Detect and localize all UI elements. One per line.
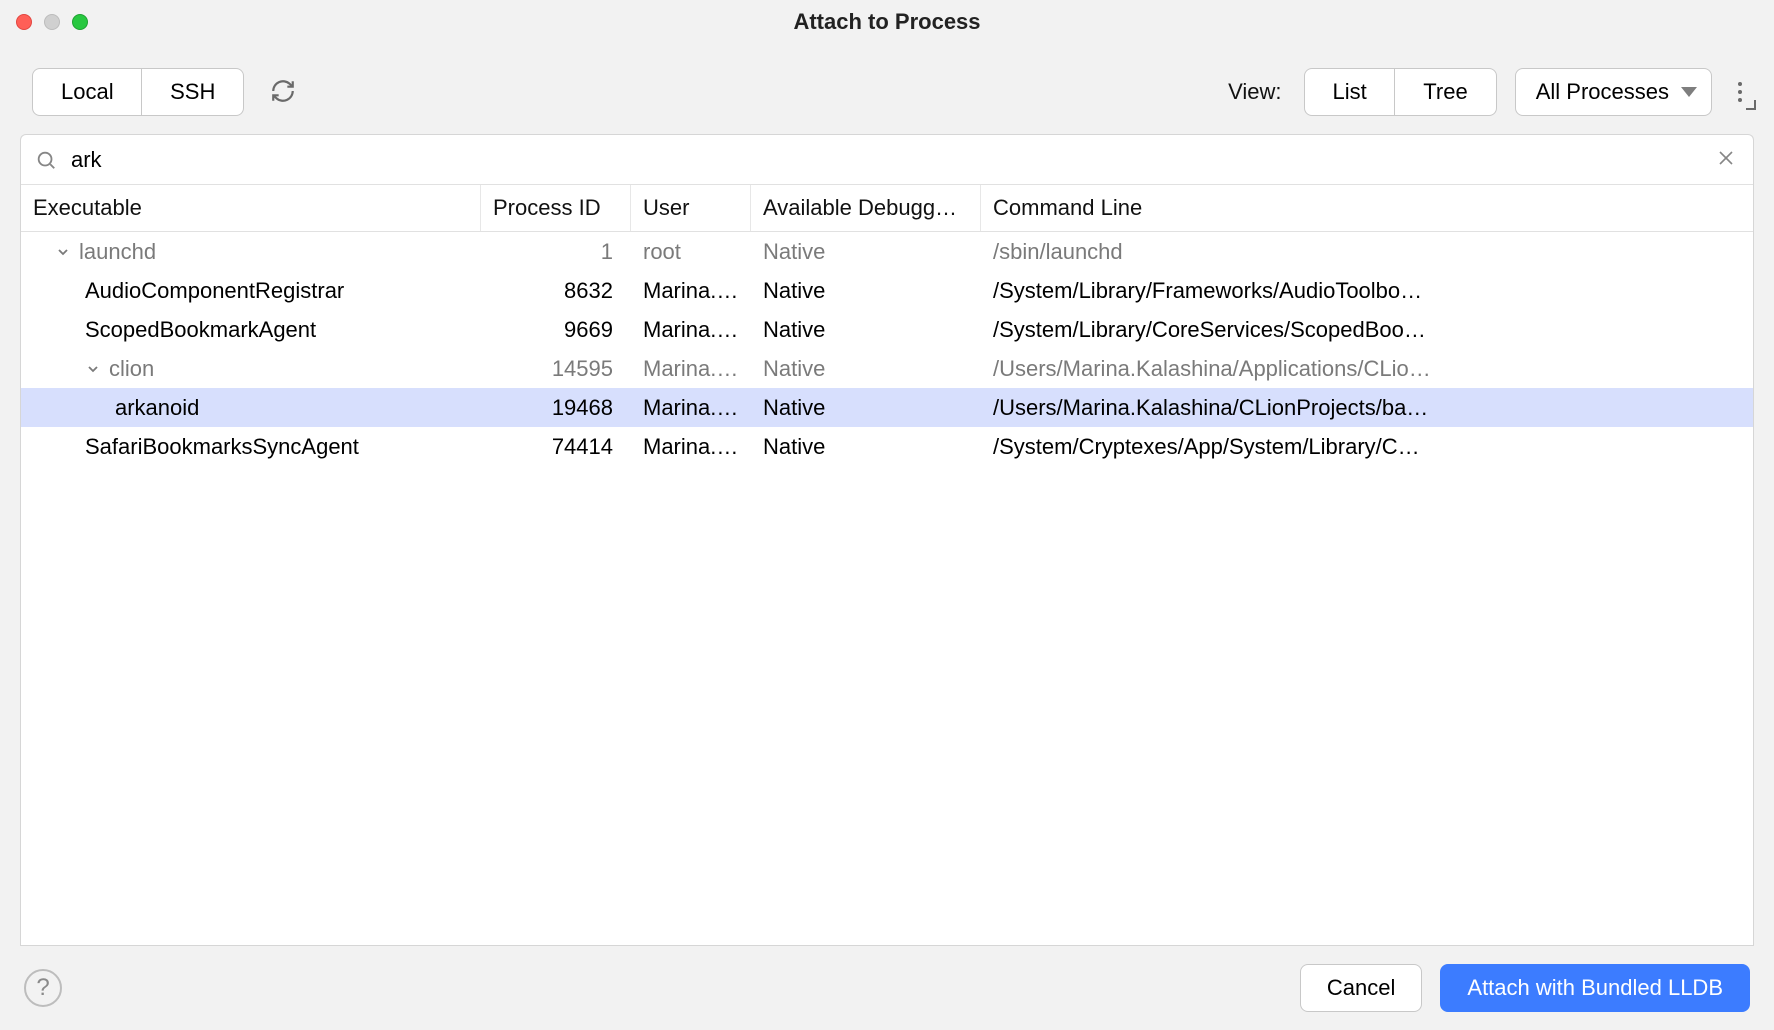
table-row[interactable]: AudioComponentRegistrar 8632Marina.…Nativ… xyxy=(21,271,1753,310)
cell-command-line: /sbin/launchd xyxy=(981,239,1753,265)
cell-debugger: Native xyxy=(751,278,981,304)
cell-debugger: Native xyxy=(751,317,981,343)
cell-user: Marina.… xyxy=(631,356,751,382)
expand-chevron-icon[interactable] xyxy=(55,244,71,260)
list-view-button[interactable]: List xyxy=(1304,68,1396,116)
executable-name: SafariBookmarksSyncAgent xyxy=(85,434,359,460)
cell-pid: 9669 xyxy=(481,317,631,343)
executable-name: ScopedBookmarkAgent xyxy=(85,317,316,343)
close-window-button[interactable] xyxy=(16,14,32,30)
cell-user: Marina.… xyxy=(631,395,751,421)
cell-user: root xyxy=(631,239,751,265)
cell-executable: AudioComponentRegistrar xyxy=(21,278,481,304)
search-icon xyxy=(35,149,57,171)
refresh-button[interactable] xyxy=(262,70,304,115)
table-row[interactable]: arkanoid 19468Marina.…Native/Users/Marina… xyxy=(21,388,1753,427)
cell-command-line: /Users/Marina.Kalashina/Applications/CLi… xyxy=(981,356,1753,382)
process-table: Executable Process ID User Available Deb… xyxy=(20,184,1754,946)
window-title: Attach to Process xyxy=(0,9,1774,35)
col-debuggers[interactable]: Available Debugg… xyxy=(751,185,981,231)
cell-pid: 74414 xyxy=(481,434,631,460)
table-header: Executable Process ID User Available Deb… xyxy=(21,184,1753,232)
cell-user: Marina.… xyxy=(631,278,751,304)
cell-user: Marina.… xyxy=(631,434,751,460)
cell-command-line: /System/Library/CoreServices/ScopedBoo… xyxy=(981,317,1753,343)
expand-chevron-icon[interactable] xyxy=(85,361,101,377)
process-filter-label: All Processes xyxy=(1536,79,1669,105)
close-icon xyxy=(1719,151,1733,165)
executable-name: clion xyxy=(109,356,154,382)
toolbar: Local SSH View: List Tree All Processes xyxy=(0,44,1774,134)
view-mode-segmented: List Tree xyxy=(1304,68,1497,116)
cell-executable: SafariBookmarksSyncAgent xyxy=(21,434,481,460)
zoom-window-button[interactable] xyxy=(72,14,88,30)
col-executable[interactable]: Executable xyxy=(21,185,481,231)
kebab-dot-icon xyxy=(1738,90,1742,94)
attach-button[interactable]: Attach with Bundled LLDB xyxy=(1440,964,1750,1012)
titlebar: Attach to Process xyxy=(0,0,1774,44)
process-filter-dropdown[interactable]: All Processes xyxy=(1515,68,1712,116)
cancel-button[interactable]: Cancel xyxy=(1300,964,1422,1012)
cell-debugger: Native xyxy=(751,356,981,382)
cell-debugger: Native xyxy=(751,239,981,265)
table-row[interactable]: ScopedBookmarkAgent 9669Marina.…Native/Sy… xyxy=(21,310,1753,349)
cell-executable: launchd xyxy=(21,239,481,265)
search-input[interactable] xyxy=(57,147,1713,173)
cell-debugger: Native xyxy=(751,395,981,421)
cell-executable: arkanoid xyxy=(21,395,481,421)
table-row[interactable]: launchd 1rootNative/sbin/launchd xyxy=(21,232,1753,271)
table-row[interactable]: SafariBookmarksSyncAgent 74414Marina.…Nat… xyxy=(21,427,1753,466)
cell-command-line: /System/Cryptexes/App/System/Library/C… xyxy=(981,434,1753,460)
executable-name: arkanoid xyxy=(115,395,199,421)
expand-corner-icon xyxy=(1746,100,1756,110)
search-bar xyxy=(20,134,1754,184)
cell-command-line: /System/Library/Frameworks/AudioToolbo… xyxy=(981,278,1753,304)
cell-pid: 19468 xyxy=(481,395,631,421)
executable-name: AudioComponentRegistrar xyxy=(85,278,344,304)
help-button[interactable]: ? xyxy=(24,969,62,1007)
cell-executable: ScopedBookmarkAgent xyxy=(21,317,481,343)
cell-pid: 14595 xyxy=(481,356,631,382)
dialog-footer: ? Cancel Attach with Bundled LLDB xyxy=(0,946,1774,1030)
view-label: View: xyxy=(1228,79,1281,105)
connection-segmented: Local SSH xyxy=(32,68,244,116)
cell-user: Marina.… xyxy=(631,317,751,343)
dropdown-triangle-icon xyxy=(1681,87,1697,97)
window-controls xyxy=(16,14,88,30)
local-tab[interactable]: Local xyxy=(32,68,143,116)
kebab-dot-icon xyxy=(1738,98,1742,102)
cell-command-line: /Users/Marina.Kalashina/CLionProjects/ba… xyxy=(981,395,1753,421)
minimize-window-button[interactable] xyxy=(44,14,60,30)
clear-search-button[interactable] xyxy=(1713,145,1739,174)
ssh-tab[interactable]: SSH xyxy=(141,68,244,116)
col-process-id[interactable]: Process ID xyxy=(481,185,631,231)
tree-view-button[interactable]: Tree xyxy=(1394,68,1496,116)
cell-debugger: Native xyxy=(751,434,981,460)
executable-name: launchd xyxy=(79,239,156,265)
attach-to-process-dialog: Attach to Process Local SSH View: List T… xyxy=(0,0,1774,1030)
refresh-icon xyxy=(270,78,296,104)
kebab-dot-icon xyxy=(1738,82,1742,86)
cell-executable: clion xyxy=(21,356,481,382)
col-user[interactable]: User xyxy=(631,185,751,231)
table-row[interactable]: clion 14595Marina.…Native/Users/Marina.Ka… xyxy=(21,349,1753,388)
table-body: launchd1rootNative/sbin/launchdAudioComp… xyxy=(21,232,1753,466)
more-options-button[interactable] xyxy=(1730,78,1750,106)
cell-pid: 1 xyxy=(481,239,631,265)
cell-pid: 8632 xyxy=(481,278,631,304)
col-command-line[interactable]: Command Line xyxy=(981,185,1753,231)
